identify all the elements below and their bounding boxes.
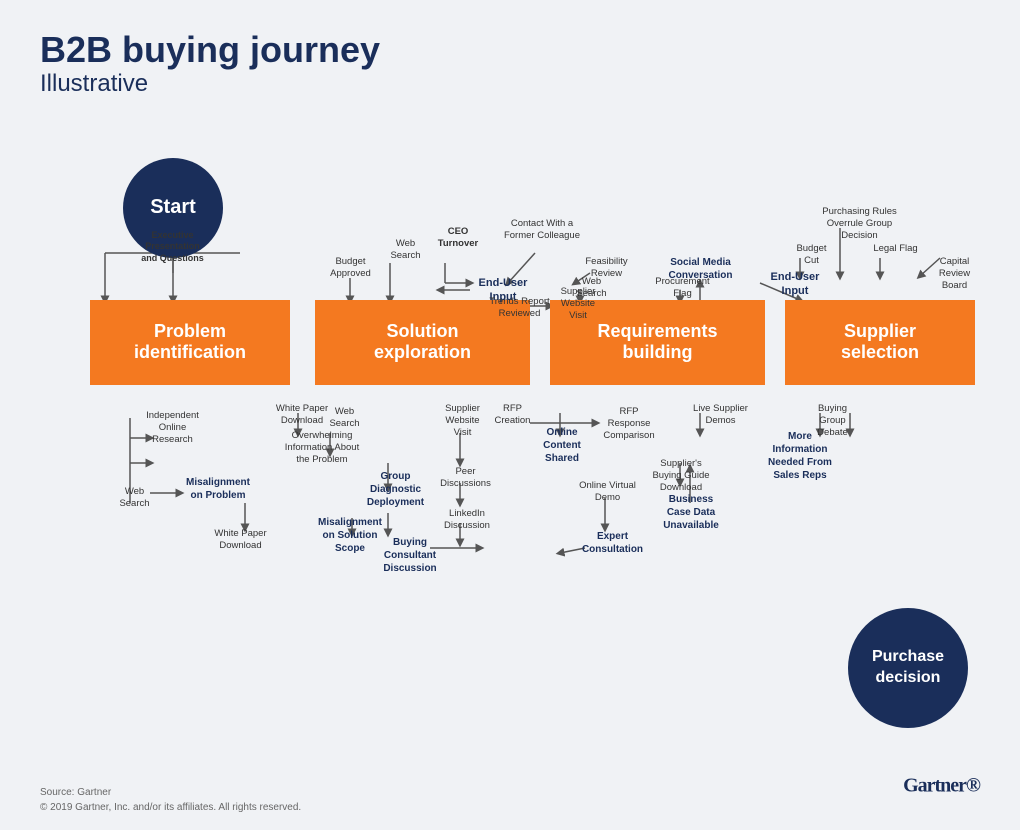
peer-discussions-label: PeerDiscussions <box>438 466 493 491</box>
diagram-area: Start Problemidentification Solutionexpl… <box>40 108 980 688</box>
legal-flag-label: Legal Flag <box>868 243 923 255</box>
budget-cut-label: BudgetCut <box>784 243 839 268</box>
footer: Source: Gartner © 2019 Gartner, Inc. and… <box>40 785 301 815</box>
group-diagnostic-label: GroupDiagnosticDeployment <box>358 470 433 509</box>
contact-colleague-label: Contact With aFormer Colleague <box>502 218 582 243</box>
page-title: B2B buying journey <box>40 30 980 70</box>
rfp-response-label: RFPResponseComparison <box>595 406 663 443</box>
overwhelming-info-label: OverwhelmingInformation Aboutthe Problem <box>282 430 362 467</box>
footer-copyright: © 2019 Gartner, Inc. and/or its affiliat… <box>40 800 301 815</box>
suppliers-guide-label: Supplier'sBuying GuideDownload <box>645 458 717 495</box>
budget-approved-label: BudgetApproved <box>318 256 383 281</box>
main-container: B2B buying journey Illustrative <box>0 0 1020 830</box>
rfp-creation-label: RFPCreation <box>485 403 540 428</box>
linkedin-label: LinkedInDiscussion <box>438 508 496 533</box>
phase-supplier: Supplierselection <box>785 300 975 385</box>
gartner-logo: Gartner® <box>903 771 980 815</box>
purchase-circle: Purchasedecision <box>848 608 968 728</box>
more-info-label: MoreInformationNeeded FromSales Reps <box>760 430 840 482</box>
exec-presentation-label: ExecutivePresentationand Questions <box>120 230 225 265</box>
buying-consultant-label: BuyingConsultantDiscussion <box>370 536 450 575</box>
ceo-turnover-label: CEOTurnover <box>428 226 488 251</box>
purchasing-rules-label: Purchasing RulesOverrule Group Decision <box>812 206 907 243</box>
expert-consultation-label: ExpertConsultation <box>580 530 645 556</box>
business-case-label: BusinessCase DataUnavailable <box>652 493 730 532</box>
page-subtitle: Illustrative <box>40 70 980 98</box>
footer-source: Source: Gartner <box>40 785 301 800</box>
web-search-4-label: WebSearch <box>322 406 367 431</box>
end-user-input-2-label: End-UserInput <box>760 270 830 299</box>
online-content-label: OnlineContentShared <box>528 426 596 465</box>
white-paper-2-label: White PaperDownload <box>208 528 273 553</box>
online-virtual-label: Online VirtualDemo <box>575 480 640 505</box>
web-search-3-label: WebSearch <box>112 486 157 511</box>
supplier-website-upper-label: SupplierWebsiteVisit <box>548 286 608 323</box>
misalignment-problem-label: Misalignmenton Problem <box>178 476 258 502</box>
live-demos-label: Live SupplierDemos <box>688 403 753 428</box>
social-media-label: Social MediaConversation <box>658 256 743 282</box>
web-search-1-label: WebSearch <box>378 238 433 263</box>
phase-problem: Problemidentification <box>90 300 290 385</box>
capital-review-label: CapitalReviewBoard <box>922 256 987 293</box>
trends-report-label: Trends ReportReviewed <box>487 296 552 321</box>
independent-research-label: IndependentOnlineResearch <box>140 410 205 447</box>
